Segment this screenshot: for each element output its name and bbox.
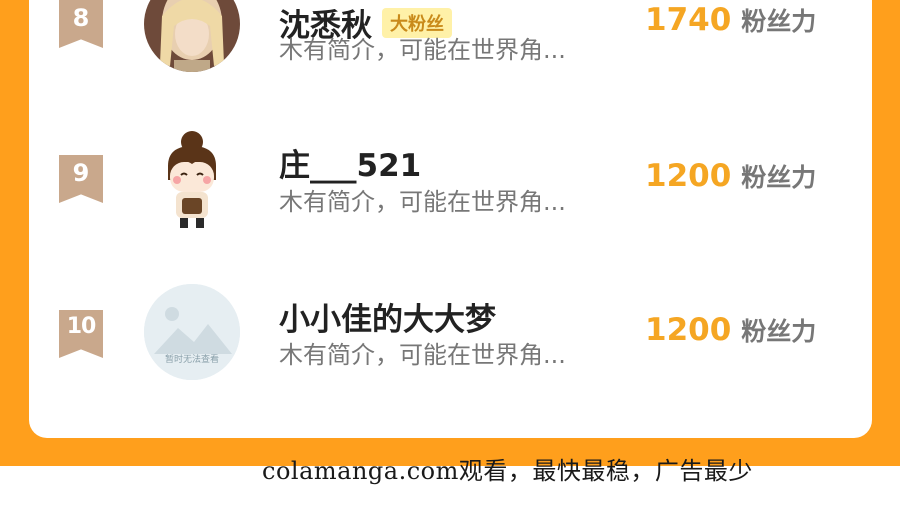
leaderboard-row[interactable]: 10 暂时无法查看 小小佳的大大梦 木有简介，可能在世界角... 1200 粉丝… [29,272,872,392]
score-unit: 粉丝力 [741,317,817,346]
rank-badge: 9 [59,155,103,203]
leaderboard-row[interactable]: 8 沈悉秋 大粉丝 木有简介，可能在世界角... 1740 粉丝力 [29,0,872,92]
score-unit: 粉丝力 [741,7,817,36]
image-placeholder-icon [144,284,240,380]
score-value: 1200 [645,312,732,348]
user-name[interactable]: 小小佳的大大梦 [279,294,496,339]
rank-number: 9 [72,159,90,187]
avatar[interactable] [144,0,240,72]
fan-power-score: 1740 粉丝力 [645,2,816,38]
leaderboard-row[interactable]: 9 庄___521 木有简介，可能在世界角... 1200 粉丝力 [29,120,872,240]
fan-power-score: 1200 粉丝力 [645,158,816,194]
user-name[interactable]: 庄___521 [279,140,421,185]
leaderboard-card: 8 沈悉秋 大粉丝 木有简介，可能在世界角... 1740 粉丝力 9 庄___… [29,0,872,438]
rank-badge: 8 [59,0,103,48]
avatar[interactable] [144,128,240,228]
rank-number: 10 [66,314,97,339]
cartoon-girl-avatar [168,131,216,228]
rank-badge: 10 [59,310,103,358]
score-value: 1200 [645,158,732,194]
watermark-text: colamanga.com观看，最快最稳，广告最少 [262,457,753,485]
score-unit: 粉丝力 [741,163,817,192]
rank-number: 8 [72,4,90,32]
placeholder-caption: 暂时无法查看 [164,355,219,365]
avatar-photo [144,0,240,72]
user-intro: 木有简介，可能在世界角... [279,341,566,369]
user-intro: 木有简介，可能在世界角... [279,188,566,216]
fan-power-score: 1200 粉丝力 [645,312,816,348]
avatar[interactable]: 暂时无法查看 [144,284,240,380]
user-intro: 木有简介，可能在世界角... [279,36,566,64]
score-value: 1740 [645,2,732,38]
